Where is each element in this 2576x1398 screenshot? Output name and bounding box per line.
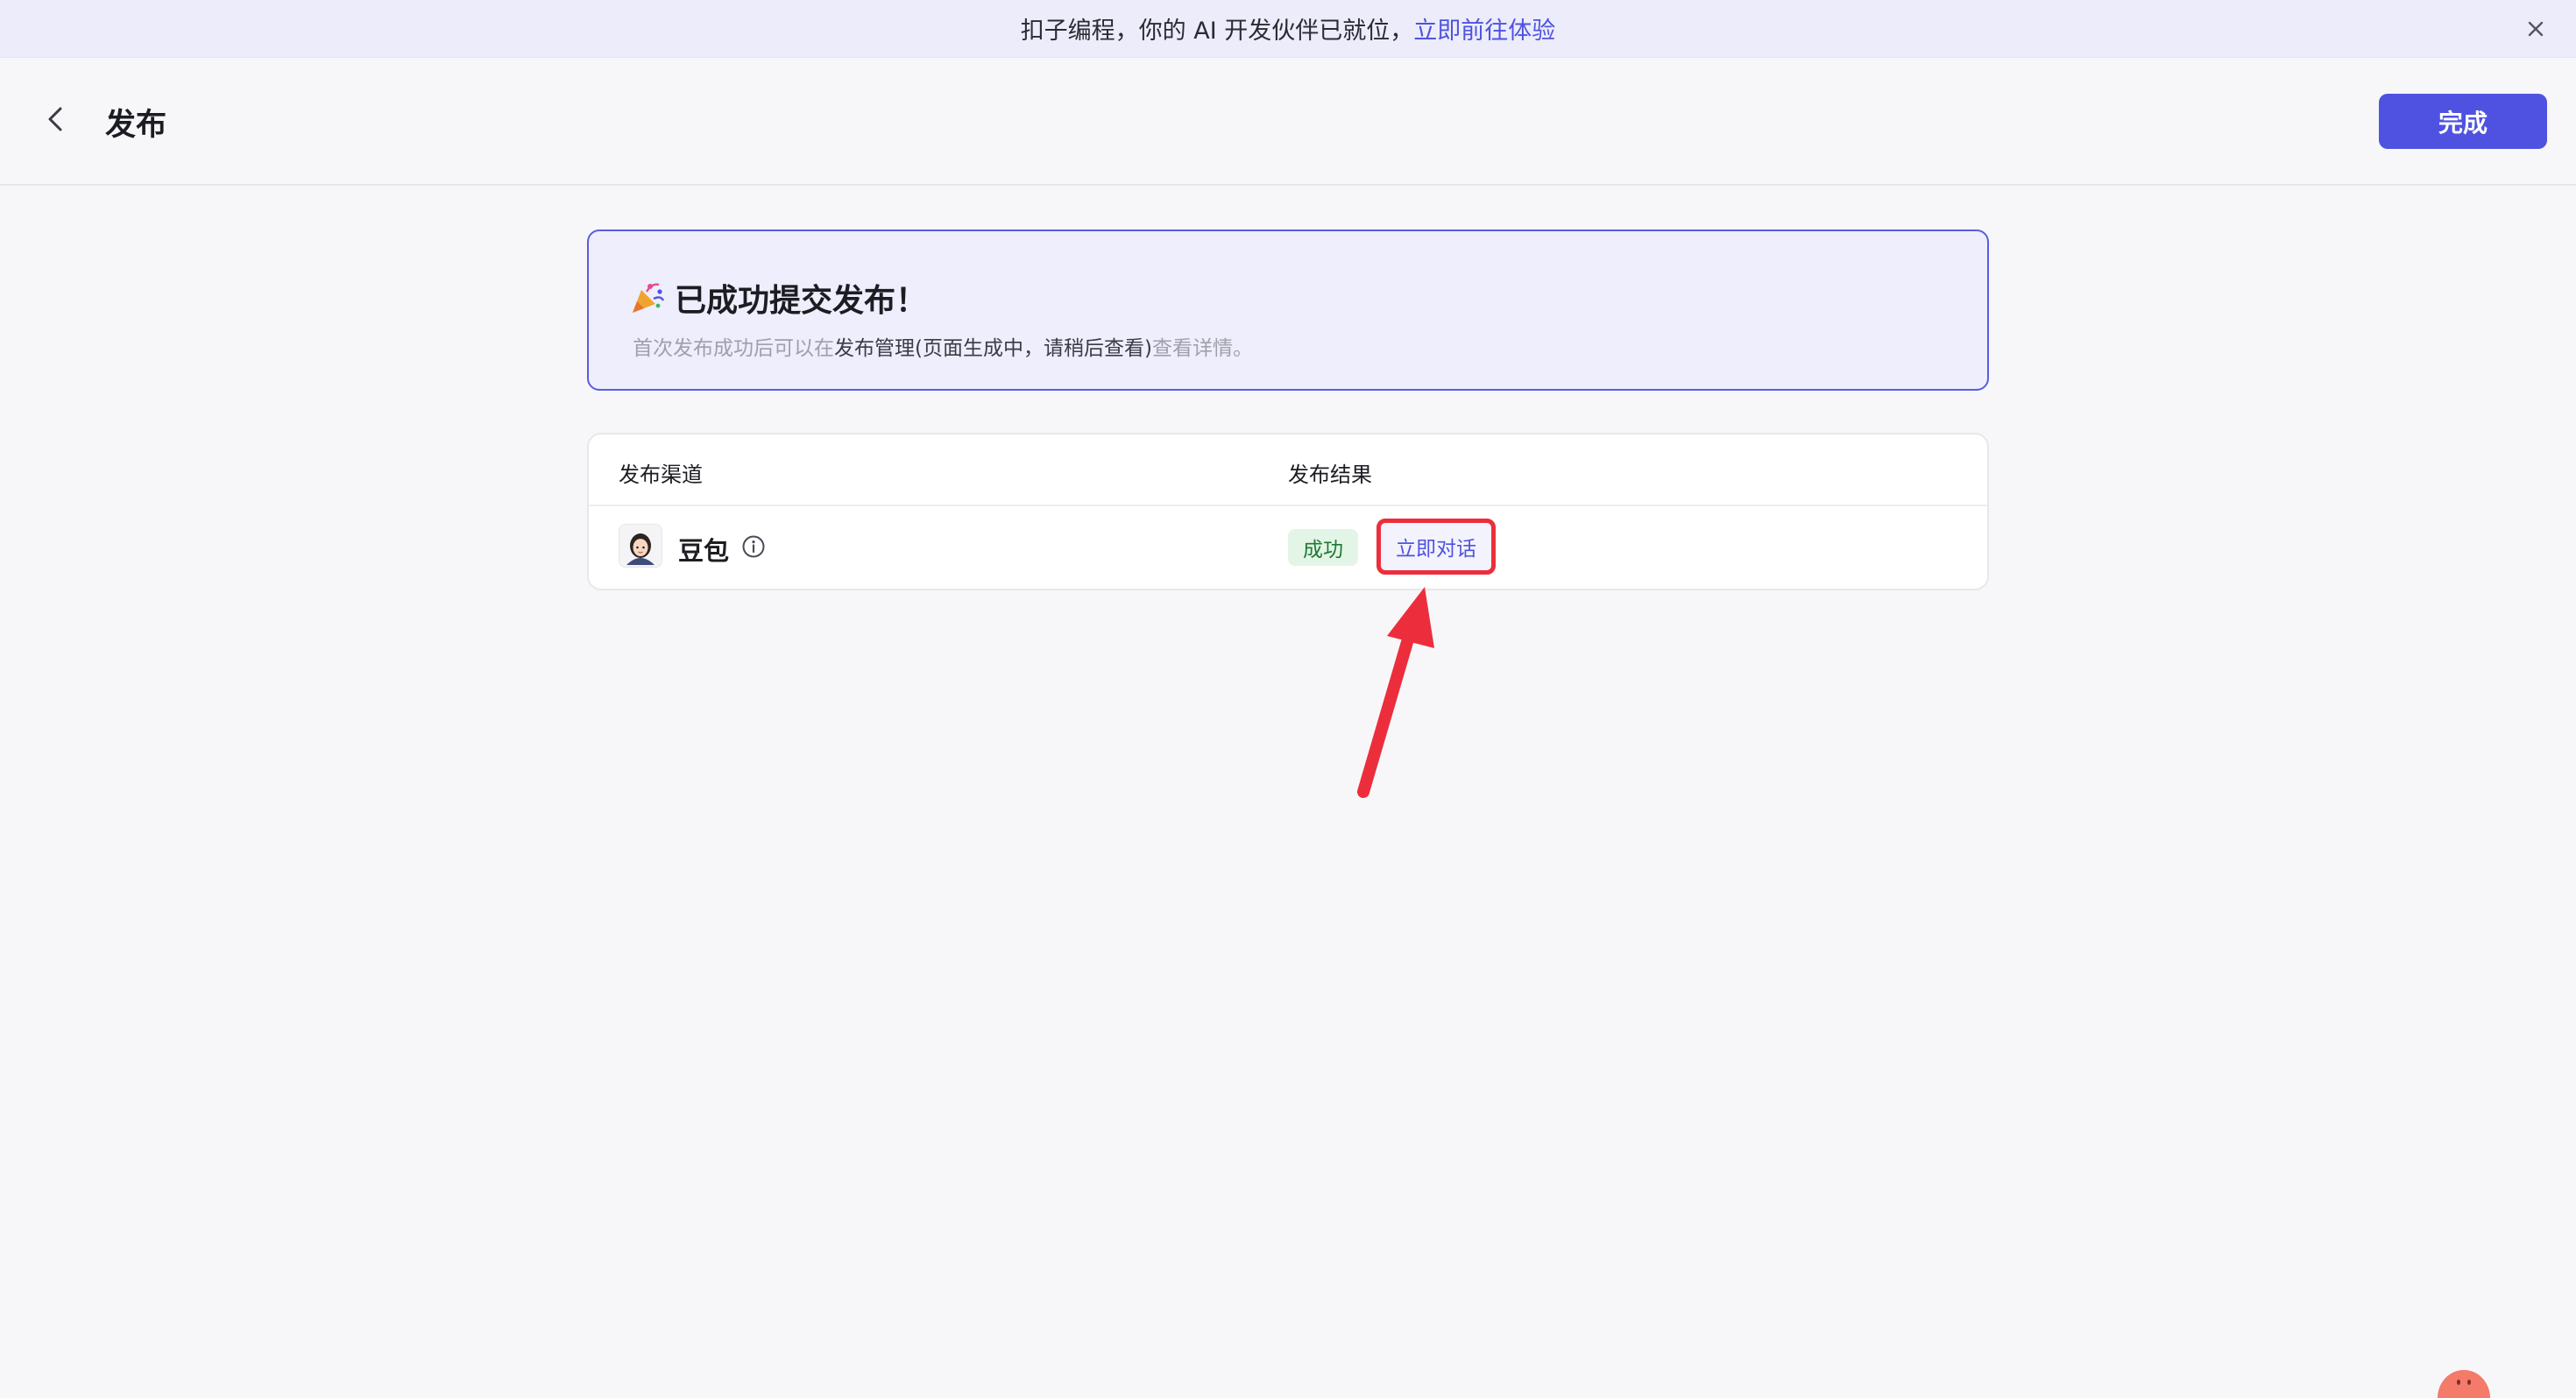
success-desc-prefix: 首次发布成功后可以在	[633, 337, 834, 360]
success-description: 首次发布成功后可以在发布管理(页面生成中，请稍后查看)查看详情。	[633, 331, 1253, 361]
table-row: 豆包 成功 立即对话	[589, 506, 1987, 589]
view-details-link[interactable]: 查看详情。	[1152, 337, 1253, 360]
publish-management-text: 发布管理(页面生成中，请稍后查看)	[834, 337, 1152, 360]
close-icon[interactable]	[2522, 15, 2550, 43]
page-header: 发布 完成	[0, 58, 2576, 186]
banner-link[interactable]: 立即前往体验	[1413, 11, 1555, 46]
mascot-icon[interactable]	[2436, 1368, 2492, 1398]
red-arrow-icon	[1357, 587, 1434, 798]
doubao-avatar-icon	[619, 524, 662, 568]
success-title: 已成功提交发布！	[675, 283, 928, 319]
chat-now-link[interactable]: 立即对话	[1396, 532, 1476, 561]
info-circle-icon[interactable]	[741, 534, 766, 559]
chat-now-highlight[interactable]: 立即对话	[1376, 519, 1496, 575]
banner-text: 扣子编程，你的 AI 开发伙伴已就位，	[1020, 18, 1414, 45]
channel-name: 豆包	[678, 536, 730, 566]
done-button[interactable]: 完成	[2379, 94, 2547, 149]
table-header: 发布渠道 发布结果	[589, 434, 1987, 506]
column-header-channel: 发布渠道	[619, 462, 703, 487]
success-heading: 已成功提交发布！	[629, 275, 927, 321]
status-badge: 成功	[1288, 529, 1358, 566]
success-card: 已成功提交发布！ 首次发布成功后可以在发布管理(页面生成中，请稍后查看)查看详情…	[587, 229, 1989, 391]
announcement-banner: 扣子编程，你的 AI 开发伙伴已就位， 立即前往体验	[0, 0, 2576, 58]
page-title: 发布	[105, 108, 167, 143]
party-popper-icon	[633, 283, 665, 313]
chevron-left-icon[interactable]	[39, 102, 74, 137]
column-header-result: 发布结果	[1288, 462, 1372, 487]
publish-channel-table: 发布渠道 发布结果 豆包 成功 立即对话	[587, 433, 1989, 590]
